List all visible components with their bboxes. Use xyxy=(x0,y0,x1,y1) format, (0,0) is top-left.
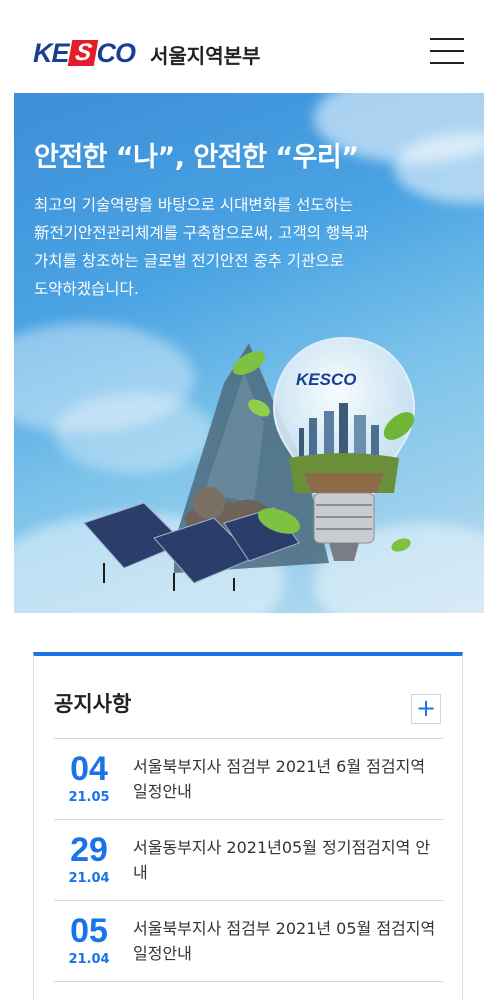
notice-board: 공지사항 + 04 21.05 서울북부지사 점검부 2021년 6월 점검지역… xyxy=(33,652,463,1001)
notice-year-month: 21.04 xyxy=(68,871,110,886)
hero-banner: 안전한 “나”, 안전한 “우리” 최고의 기술역량을 바탕으로 시대변화를 선… xyxy=(14,93,484,613)
notice-more-button[interactable]: + xyxy=(411,694,441,724)
leaf-icon xyxy=(391,538,411,552)
notice-year-month: 21.04 xyxy=(68,952,110,967)
hero-desc-line: 新전기안전관리체계를 구축함으로써, 고객의 행복과 xyxy=(34,224,369,242)
notice-list: 04 21.05 서울북부지사 점검부 2021년 6월 점검지역 일정안내 2… xyxy=(54,738,443,982)
hamburger-menu-icon[interactable] xyxy=(430,36,464,66)
logo-prefix: KE xyxy=(33,37,70,68)
notice-subject[interactable]: 서울북부지사 점검부 2021년 6월 점검지역 일정안내 xyxy=(133,754,438,804)
notice-day: 04 xyxy=(70,750,108,788)
notice-year-month: 21.05 xyxy=(68,790,110,805)
hero-title: 안전한 “나”, 안전한 “우리” xyxy=(34,142,359,173)
logo-s-mark: S xyxy=(67,39,98,66)
notice-date: 04 21.05 xyxy=(54,751,124,805)
leaf-icon xyxy=(232,351,266,375)
site-title: 서울지역본부 xyxy=(150,44,261,68)
notice-day: 05 xyxy=(70,912,108,950)
hero-desc-line: 최고의 기술역량을 바탕으로 시대변화를 선도하는 xyxy=(34,196,354,214)
notice-title: 공지사항 xyxy=(54,692,132,716)
kesco-logo[interactable]: KE S CO xyxy=(33,37,136,68)
hero-desc-line: 가치를 창조하는 글로벌 전기안전 중추 기관으로 xyxy=(34,252,344,270)
leaf-icon xyxy=(257,508,301,534)
hero-description: 최고의 기술역량을 바탕으로 시대변화를 선도하는 新전기안전관리체계를 구축함… xyxy=(34,191,434,303)
site-header: KE S CO 서울지역본부 xyxy=(0,0,498,92)
notice-item[interactable]: 05 21.04 서울북부지사 점검부 2021년 05월 점검지역 일정안내 xyxy=(54,901,443,982)
leaf-icon xyxy=(248,399,270,417)
notice-date: 29 21.04 xyxy=(54,832,124,886)
notice-date: 05 21.04 xyxy=(54,913,124,967)
hero-desc-line: 도약하겠습니다. xyxy=(34,280,139,298)
leaf-icon xyxy=(383,412,415,440)
notice-subject[interactable]: 서울동부지사 2021년05월 정기점검지역 안내 xyxy=(133,835,438,885)
notice-item[interactable]: 04 21.05 서울북부지사 점검부 2021년 6월 점검지역 일정안내 xyxy=(54,739,443,820)
logo-suffix: CO xyxy=(96,37,136,68)
bulb-kesco-logo: KESCO xyxy=(296,370,357,389)
notice-item[interactable]: 29 21.04 서울동부지사 2021년05월 정기점검지역 안내 xyxy=(54,820,443,901)
notice-subject[interactable]: 서울북부지사 점검부 2021년 05월 점검지역 일정안내 xyxy=(133,916,438,966)
notice-day: 29 xyxy=(70,831,108,869)
